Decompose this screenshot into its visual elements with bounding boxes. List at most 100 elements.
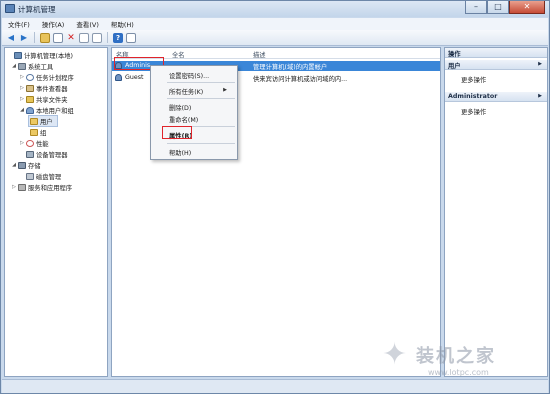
- disk-icon: [26, 172, 34, 180]
- submenu-arrow-icon: ▶: [223, 87, 227, 93]
- menu-item-help[interactable]: 帮助(H): [169, 148, 191, 157]
- menu-separator: [167, 143, 235, 144]
- properties-icon[interactable]: [79, 32, 89, 43]
- tree-item-groups[interactable]: 组: [29, 127, 46, 137]
- collapse-arrow-icon[interactable]: ◢: [11, 162, 17, 168]
- folder-icon: [30, 128, 38, 136]
- tree-item-performance[interactable]: ▷ 性能: [19, 138, 49, 148]
- folder-icon: [30, 117, 38, 125]
- actions-pane: 操作 用户 ▶ 更多操作 Administrator ▶ 更多操作: [444, 47, 548, 377]
- tree-item-label: 性能: [36, 140, 49, 148]
- menu-item-all-tasks[interactable]: 所有任务(K) ▶: [169, 87, 233, 96]
- tree-item-computer-management[interactable]: 计算机管理(本地): [7, 50, 73, 60]
- up-folder-icon[interactable]: [40, 32, 50, 43]
- tree-item-label: 服务和应用程序: [28, 184, 73, 192]
- tree-item-services-applications[interactable]: ▷ 服务和应用程序: [11, 182, 72, 192]
- toolbar-separator: [107, 32, 108, 43]
- show-hide-tree-icon[interactable]: [53, 32, 63, 43]
- cell-description: 供来宾访问计算机或访问域的内...: [253, 76, 348, 83]
- menu-item-label: 所有任务(K): [169, 89, 204, 96]
- clock-icon: [26, 73, 34, 81]
- tree-item-label: 共享文件夹: [36, 96, 68, 104]
- tree-item-label: 任务计划程序: [36, 74, 74, 82]
- collapse-arrow-icon[interactable]: ◢: [19, 107, 25, 113]
- navigation-tree: 计算机管理(本地) ◢ 系统工具 ▷ 任务计划程序 ▷ 事件查看器 ▷ 共享文件…: [4, 47, 108, 377]
- export-list-icon[interactable]: [92, 32, 102, 43]
- tree-item-users[interactable]: 用户: [28, 115, 58, 127]
- actions-header: 操作: [445, 48, 547, 58]
- column-header-description[interactable]: 描述: [253, 50, 266, 59]
- share-folder-icon: [26, 95, 34, 103]
- menu-separator: [167, 98, 235, 99]
- expand-arrow-icon: ▶: [538, 93, 542, 99]
- highlight-box-properties: [162, 126, 192, 139]
- tree-item-device-manager[interactable]: 设备管理器: [19, 149, 67, 159]
- computer-management-icon: [5, 4, 15, 13]
- tree-item-label: 事件查看器: [36, 85, 68, 93]
- title-bar[interactable]: 计算机管理 – □ ✕: [1, 1, 549, 17]
- cell-name: Guest: [125, 74, 144, 81]
- tree-item-label: 磁盘管理: [36, 173, 62, 181]
- expand-arrow-icon[interactable]: ▷: [11, 184, 17, 190]
- tree-item-label: 本地用户和组: [36, 107, 74, 115]
- tree-item-label: 存储: [28, 162, 41, 170]
- tree-item-system-tools[interactable]: ◢ 系统工具: [11, 61, 53, 71]
- event-log-icon: [26, 84, 34, 92]
- forward-arrow-icon[interactable]: ▶: [19, 33, 29, 43]
- tree-item-shared-folders[interactable]: ▷ 共享文件夹: [19, 94, 67, 104]
- watermark: ✦ 装机之家 www.lotpc.com: [382, 336, 542, 388]
- menu-bar: 文件(F) 操作(A) 查看(V) 帮助(H): [2, 18, 548, 30]
- collapse-arrow-icon[interactable]: ◢: [11, 63, 17, 69]
- menu-item-set-password[interactable]: 设置密码(S)...: [169, 71, 209, 80]
- expand-arrow-icon[interactable]: ▷: [19, 74, 25, 80]
- window-title: 计算机管理: [18, 5, 56, 14]
- close-button[interactable]: ✕: [509, 1, 545, 14]
- menu-view[interactable]: 查看(V): [76, 19, 99, 29]
- menu-item-delete[interactable]: 删除(D): [169, 103, 191, 112]
- window-controls: – □ ✕: [465, 1, 545, 15]
- expand-arrow-icon[interactable]: ▷: [19, 140, 25, 146]
- menu-help[interactable]: 帮助(H): [111, 19, 134, 29]
- performance-icon: [26, 139, 34, 147]
- tree-item-local-users-groups[interactable]: ◢ 本地用户和组: [19, 105, 74, 115]
- maximize-button[interactable]: □: [487, 1, 509, 14]
- minimize-button[interactable]: –: [465, 1, 487, 14]
- toolbar-separator: [34, 32, 35, 43]
- tools-icon: [18, 62, 26, 70]
- expand-arrow-icon[interactable]: ▷: [19, 96, 25, 102]
- help-icon[interactable]: ?: [113, 32, 123, 43]
- actions-section-users[interactable]: 用户 ▶: [445, 60, 547, 70]
- users-icon: [26, 106, 34, 114]
- actions-section-title: 用户: [448, 63, 461, 70]
- computer-icon: [14, 51, 22, 59]
- show-action-pane-icon[interactable]: [126, 32, 136, 43]
- tree-item-label: 用户: [40, 118, 53, 126]
- computer-management-window: 计算机管理 – □ ✕ 文件(F) 操作(A) 查看(V) 帮助(H) ◀ ▶ …: [0, 0, 550, 394]
- actions-section-administrator[interactable]: Administrator ▶: [445, 92, 547, 102]
- tree-item-task-scheduler[interactable]: ▷ 任务计划程序: [19, 72, 74, 82]
- expand-arrow-icon[interactable]: ▷: [19, 85, 25, 91]
- context-menu: 设置密码(S)... 所有任务(K) ▶ 删除(D) 重命名(M) 属性(R) …: [150, 65, 238, 160]
- tree-item-disk-management[interactable]: 磁盘管理: [19, 171, 61, 181]
- actions-section-title: Administrator: [448, 93, 498, 100]
- tree-item-label: 计算机管理(本地): [24, 52, 73, 60]
- tree-item-storage[interactable]: ◢ 存储: [11, 160, 41, 170]
- tree-item-label: 组: [40, 129, 47, 137]
- back-arrow-icon[interactable]: ◀: [6, 33, 16, 43]
- more-actions-link[interactable]: 更多操作: [461, 107, 486, 116]
- star-logo-icon: ✦: [382, 337, 408, 372]
- user-icon: [115, 74, 122, 81]
- watermark-text: 装机之家: [416, 346, 496, 367]
- more-actions-link[interactable]: 更多操作: [461, 75, 486, 84]
- tree-item-event-viewer[interactable]: ▷ 事件查看器: [19, 83, 67, 93]
- delete-icon[interactable]: ✕: [66, 33, 76, 43]
- column-header-fullname[interactable]: 全名: [172, 50, 185, 59]
- toolbar: ◀ ▶ ✕ ?: [2, 30, 548, 46]
- tree-item-label: 设备管理器: [36, 151, 68, 159]
- menu-separator: [167, 82, 235, 83]
- device-manager-icon: [26, 150, 34, 158]
- menu-file[interactable]: 文件(F): [8, 19, 30, 29]
- watermark-url: www.lotpc.com: [428, 368, 489, 377]
- menu-item-rename[interactable]: 重命名(M): [169, 115, 198, 124]
- menu-action[interactable]: 操作(A): [42, 19, 65, 29]
